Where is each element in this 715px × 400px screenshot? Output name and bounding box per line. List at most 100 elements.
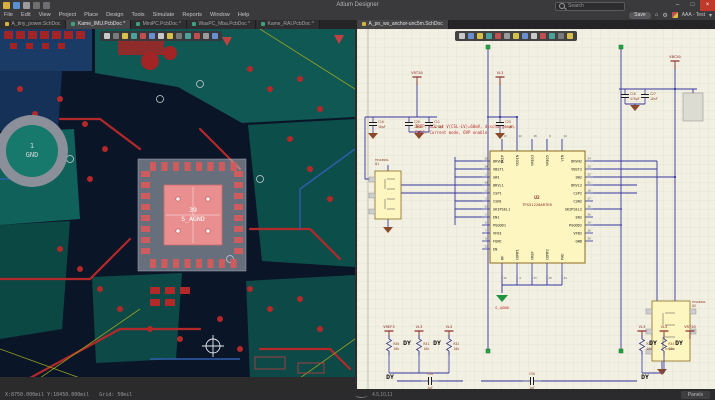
menu-file[interactable]: File (0, 12, 17, 18)
status-bar: X:8750.000mil Y:10450.000mil Grid: 50mil… (0, 389, 715, 400)
grid-icon[interactable] (113, 33, 119, 39)
pcb-qfn-component[interactable]: 39 S_AGND (138, 159, 246, 271)
capacitor-c16[interactable]: C16470µF (621, 89, 640, 104)
ic-u2[interactable]: U2TPS51220ARTERDRVH125VBST120SW11DRVL130… (482, 134, 593, 280)
mosfet-q1[interactable] (369, 171, 401, 219)
port-icon[interactable] (522, 33, 528, 39)
maximize-button[interactable]: □ (685, 0, 700, 11)
capacitor-c10[interactable]: C1010µF (369, 117, 386, 132)
mosfet-q3[interactable] (683, 89, 703, 121)
cap-ref: C16 (630, 92, 636, 96)
pin-number: 32 (503, 276, 507, 280)
save-button[interactable]: Save (629, 12, 650, 19)
doc-tab[interactable]: WasPC_Mba.PcbDoc * (187, 20, 256, 29)
component-icon[interactable] (176, 33, 182, 39)
cap-value: 10nF (414, 125, 422, 129)
menu-design[interactable]: Design (102, 12, 127, 18)
search-placeholder: Search (568, 3, 584, 9)
search-icon (559, 3, 565, 9)
global-search-input[interactable]: Search (555, 2, 625, 11)
pin-number: 19 (587, 220, 591, 224)
pin-number: 34 (563, 276, 567, 280)
sheet-symbol-icon[interactable] (513, 33, 519, 39)
pin-number: 9 (549, 134, 551, 138)
text-icon[interactable] (531, 33, 537, 39)
part-icon[interactable] (504, 33, 510, 39)
power-port-icon[interactable] (495, 33, 501, 39)
watermark-mark (354, 392, 370, 398)
junction-icon[interactable] (549, 33, 555, 39)
resistor-r32[interactable]: R3210k (447, 335, 460, 373)
pin-name: VDDIN (515, 155, 519, 166)
minimize-button[interactable]: – (670, 0, 685, 11)
directive-icon[interactable] (558, 33, 564, 39)
menu-tools[interactable]: Tools (128, 12, 149, 18)
doc-tab[interactable]: MiniPC.PcbDoc * (131, 20, 187, 29)
res-ref: R30 (394, 342, 400, 346)
wire-icon[interactable] (468, 33, 474, 39)
doc-tab[interactable]: Kame_IMU.PcbDoc * (66, 20, 131, 29)
menu-window[interactable]: Window (206, 12, 234, 18)
drc-icon[interactable] (194, 33, 200, 39)
transistor-value: FDS6898A (375, 158, 389, 162)
menu-edit[interactable]: Edit (17, 12, 35, 18)
power-port-vl3[interactable]: VL3 (496, 70, 505, 85)
home-icon[interactable]: ⌂ (655, 12, 659, 18)
res-value: 10k (454, 347, 460, 351)
capacitor-c54[interactable]: C541µF (421, 372, 439, 390)
menu-project[interactable]: Project (55, 12, 80, 18)
menu-help[interactable]: Help (234, 12, 254, 18)
capacitor-c56[interactable]: C561µF (523, 372, 541, 390)
settings-gear-icon[interactable]: ⚙ (662, 12, 667, 19)
bus-icon[interactable] (477, 33, 483, 39)
power-net-label: VL5 (661, 324, 668, 329)
menu-view[interactable]: View (35, 12, 55, 18)
power-port-vrt20[interactable]: VRT20 (411, 70, 423, 85)
power-port-s_agnd[interactable]: S_AGND (495, 295, 509, 310)
cap-value: 10µF (505, 125, 513, 129)
menu-reports[interactable]: Reports (178, 12, 206, 18)
resistor-r31[interactable]: R3110k (417, 335, 430, 373)
pad-icon[interactable] (140, 33, 146, 39)
doc-tab[interactable]: A_tiny_power.SchDoc (0, 20, 66, 29)
doc-tab-label: WasPC_Mba.PcbDoc * (199, 21, 251, 27)
cursor-icon[interactable] (104, 33, 110, 39)
panels-button[interactable]: Panels (681, 391, 710, 399)
route-icon[interactable] (122, 33, 128, 39)
polygon-icon[interactable] (149, 33, 155, 39)
measure-icon[interactable] (212, 33, 218, 39)
close-button[interactable]: × (700, 0, 715, 11)
pcb-editor-canvas[interactable]: 1 GND 39 S_AGND (0, 29, 355, 378)
schdoc-icon (5, 22, 9, 26)
power-net-label: VRT20 (411, 70, 423, 75)
doc-tab[interactable]: Kame_RAI.PcbDoc * (256, 20, 320, 29)
chip-pad-net: S_AGND (181, 215, 205, 223)
menu-place[interactable]: Place (80, 12, 102, 18)
via-icon[interactable] (131, 33, 137, 39)
user-menu-caret-icon[interactable]: ▾ (709, 12, 712, 19)
power-port-vbc20[interactable]: VBC20 (669, 54, 681, 69)
probe-icon[interactable] (567, 33, 573, 39)
schematic-editor-canvas[interactable]: TRIP: OCL at V(CSL-LV)=60mV, discharge o… (357, 29, 715, 390)
drag-icon[interactable] (540, 33, 546, 39)
doc-tab[interactable]: A_po_ws_anchor-unc5m.SchDoc (357, 20, 449, 29)
pcbdoc-icon (136, 22, 140, 26)
view-3d-icon[interactable] (203, 33, 209, 39)
gnd-pad-number: 1 (30, 142, 34, 150)
workspace-label[interactable]: AAA - Test (682, 12, 705, 18)
grid-setting: Grid: 50mil (99, 392, 132, 398)
align-icon[interactable] (167, 33, 173, 39)
capacitor-c27[interactable]: C2710nF (641, 89, 658, 104)
pin-number: 12 (518, 134, 522, 138)
resistor-r30[interactable]: R3010k (387, 335, 400, 373)
left-tab-group: A_tiny_power.SchDocKame_IMU.PcbDoc *Mini… (0, 20, 320, 29)
dnp-marker: DY (641, 373, 649, 381)
layer-icon[interactable] (185, 33, 191, 39)
pin-name: VBST1 (493, 167, 504, 171)
cursor-icon[interactable] (459, 33, 465, 39)
gnd-pad-net: GND (26, 151, 39, 159)
dimension-icon[interactable] (158, 33, 164, 39)
res-value: 10k (647, 347, 653, 351)
menu-simulate[interactable]: Simulate (149, 12, 179, 18)
net-label-icon[interactable] (486, 33, 492, 39)
